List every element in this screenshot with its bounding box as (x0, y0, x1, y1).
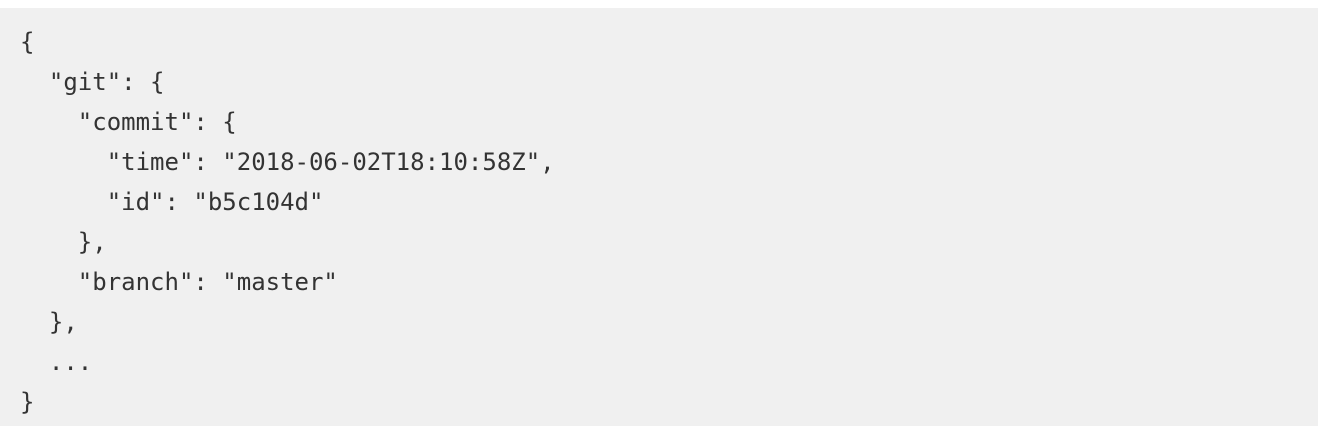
code-line: ... (20, 348, 93, 376)
code-line: "branch": "master" (20, 268, 338, 296)
code-line: "git": { (20, 68, 165, 96)
code-line: "time": "2018-06-02T18:10:58Z", (20, 148, 555, 176)
code-line: { (20, 28, 35, 56)
code-line: "id": "b5c104d" (20, 188, 324, 216)
code-line: }, (20, 308, 78, 336)
code-line: }, (20, 228, 107, 256)
json-code-block: { "git": { "commit": { "time": "2018-06-… (0, 8, 1318, 426)
code-line: } (20, 388, 35, 416)
code-line: "commit": { (20, 108, 237, 136)
